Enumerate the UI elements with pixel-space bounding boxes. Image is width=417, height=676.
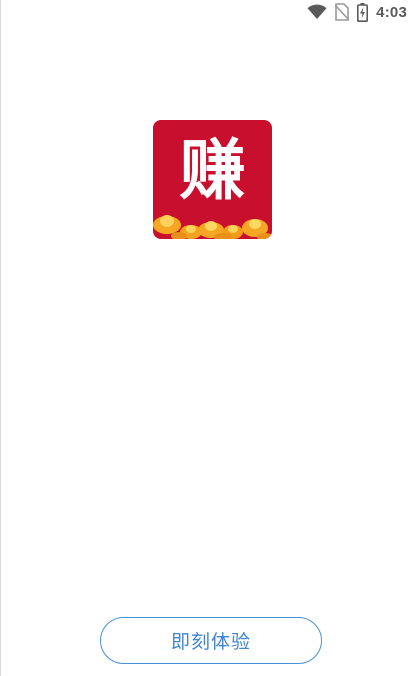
gold-ingots-icon	[153, 215, 272, 239]
no-sim-icon	[335, 3, 350, 21]
app-icon-glyph: 赚	[179, 132, 246, 209]
window-edge	[0, 0, 1, 676]
start-experience-button[interactable]: 即刻体验	[100, 617, 322, 664]
status-time: 4:03	[376, 3, 407, 21]
app-icon: 赚	[153, 120, 272, 239]
status-bar: 4:03	[0, 0, 417, 24]
wifi-icon	[307, 4, 327, 19]
status-icons: 4:03	[307, 2, 407, 22]
battery-charging-icon	[357, 2, 369, 22]
